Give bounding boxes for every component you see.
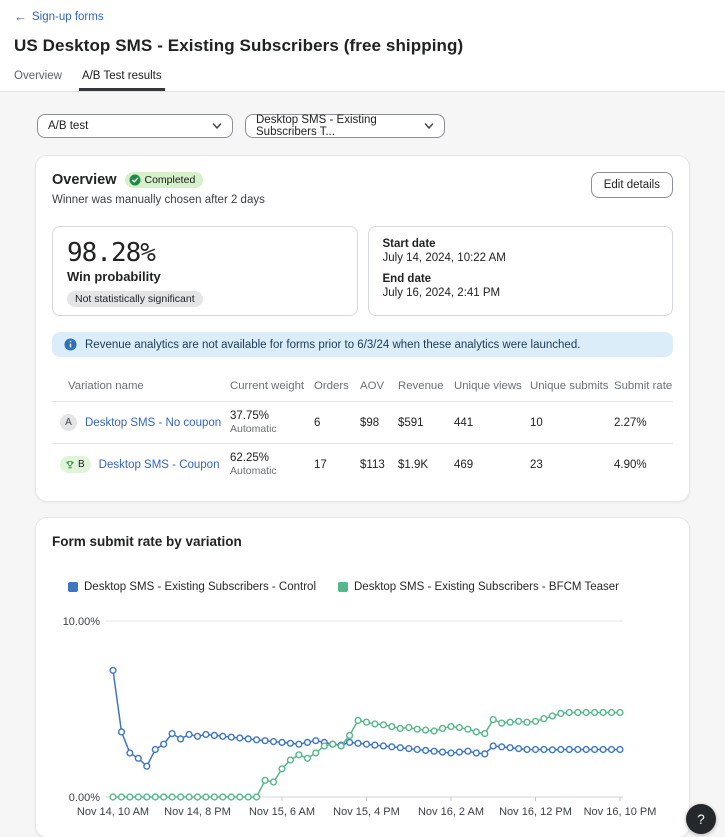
variation-b-link[interactable]: Desktop SMS - Coupon [99,459,220,471]
win-probability-value: 98.28% [67,238,343,268]
variation-b-winner-badge: B [60,456,91,473]
variation-a-link[interactable]: Desktop SMS - No coupon [85,417,221,429]
help-button[interactable]: ? [686,804,716,834]
unique-views-value: 441 [454,417,530,429]
col-aov: AOV [360,380,398,392]
overview-heading: Overview [52,172,117,188]
col-variation-name: Variation name [52,380,230,392]
edit-details-button[interactable]: Edit details [591,172,673,198]
col-current-weight: Current weight [230,380,314,392]
back-arrow-icon: ← [14,10,27,23]
winner-subtitle: Winner was manually chosen after 2 days [52,194,265,206]
svg-text:Nov 15, 6 AM: Nov 15, 6 AM [249,806,315,818]
svg-text:10.00%: 10.00% [63,616,101,628]
back-to-signup-forms-link[interactable]: ← Sign-up forms [14,10,104,23]
form-dropdown[interactable]: Desktop SMS - Existing Subscribers T... [245,114,445,138]
revenue-analytics-banner: Revenue analytics are not available for … [52,332,673,357]
table-row: A Desktop SMS - No coupon 37.75% Automat… [52,401,673,443]
submit-rate-value: 4.90% [614,459,673,471]
tab-ab-test-results[interactable]: A/B Test results [82,70,162,91]
submit-rate-value: 2.27% [614,417,673,429]
col-submit-rate: Submit rate [614,380,673,392]
variation-a-badge: A [60,414,77,431]
significance-badge: Not statistically significant [67,291,203,307]
weight-value: 62.25% [230,452,314,464]
legend-item-bfcm-teaser: Desktop SMS - Existing Subscribers - BFC… [338,581,619,593]
legend-swatch-bfcm-teaser [338,582,348,592]
win-probability-box: 98.28% Win probability Not statistically… [52,226,358,316]
variation-b-badge-label: B [78,459,85,470]
col-unique-submits: Unique submits [530,380,614,392]
aov-value: $113 [360,459,398,471]
main-content: A/B test Desktop SMS - Existing Subscrib… [0,92,725,837]
start-date-label: Start date [383,238,659,250]
chart-title: Form submit rate by variation [36,534,689,549]
legend-label-control: Desktop SMS - Existing Subscribers - Con… [84,581,316,593]
table-header-row: Variation name Current weight Orders AOV… [52,371,673,401]
col-unique-views: Unique views [454,380,530,392]
svg-text:Nov 16, 12 PM: Nov 16, 12 PM [499,806,572,818]
overview-card: Overview Completed Winner was manually c… [35,155,690,502]
end-date-label: End date [383,273,659,285]
svg-text:Nov 14, 10 AM: Nov 14, 10 AM [77,806,149,818]
revenue-value: $1.9K [398,459,454,471]
chevron-down-icon [424,121,434,131]
legend-swatch-control [68,582,78,592]
orders-value: 17 [314,459,360,471]
col-orders: Orders [314,380,360,392]
end-date-value: July 16, 2024, 2:41 PM [383,287,659,299]
dates-box: Start date July 14, 2024, 10:22 AM End d… [368,226,674,316]
status-badge: Completed [125,172,204,188]
trophy-icon [65,460,75,470]
unique-submits-value: 10 [530,417,614,429]
legend-item-control: Desktop SMS - Existing Subscribers - Con… [68,581,316,593]
filter-row: A/B test Desktop SMS - Existing Subscrib… [37,92,690,138]
svg-text:Nov 14, 8 PM: Nov 14, 8 PM [164,806,231,818]
chevron-down-icon [212,121,222,131]
revenue-value: $591 [398,417,454,429]
aov-value: $98 [360,417,398,429]
status-badge-label: Completed [145,174,196,186]
banner-text: Revenue analytics are not available for … [85,339,580,351]
info-icon [64,338,77,351]
page-title: US Desktop SMS - Existing Subscribers (f… [14,36,711,56]
orders-value: 6 [314,417,360,429]
col-revenue: Revenue [398,380,454,392]
start-date-value: July 14, 2024, 10:22 AM [383,252,659,264]
tab-bar: Overview A/B Test results [14,70,711,91]
unique-submits-value: 23 [530,459,614,471]
page-header: ← Sign-up forms US Desktop SMS - Existin… [0,0,725,91]
legend-label-bfcm-teaser: Desktop SMS - Existing Subscribers - BFC… [354,581,619,593]
weight-mode: Automatic [230,423,314,435]
weight-value: 37.75% [230,410,314,422]
chart-legend: Desktop SMS - Existing Subscribers - Con… [36,581,689,593]
submit-rate-chart-card: Form submit rate by variation Desktop SM… [35,517,690,837]
svg-text:0.00%: 0.00% [69,792,100,804]
svg-text:Nov 16, 10 PM: Nov 16, 10 PM [584,806,657,818]
unique-views-value: 469 [454,459,530,471]
ab-test-dropdown[interactable]: A/B test [37,114,233,138]
svg-text:Nov 15, 4 PM: Nov 15, 4 PM [333,806,400,818]
ab-test-dropdown-value: A/B test [48,120,88,132]
svg-text:Nov 16, 2 AM: Nov 16, 2 AM [418,806,484,818]
check-circle-icon [129,174,141,186]
weight-mode: Automatic [230,465,314,477]
variation-table: Variation name Current weight Orders AOV… [52,371,673,485]
form-dropdown-value: Desktop SMS - Existing Subscribers T... [256,114,416,138]
back-link-label: Sign-up forms [32,11,104,23]
submit-rate-chart: 10.00% 0.00% Nov 14, 10 AM Nov 14, 8 PM Nov … [36,607,688,825]
tab-overview[interactable]: Overview [14,70,62,91]
win-probability-label: Win probability [67,269,343,284]
table-row: B Desktop SMS - Coupon 62.25% Automatic … [52,443,673,485]
